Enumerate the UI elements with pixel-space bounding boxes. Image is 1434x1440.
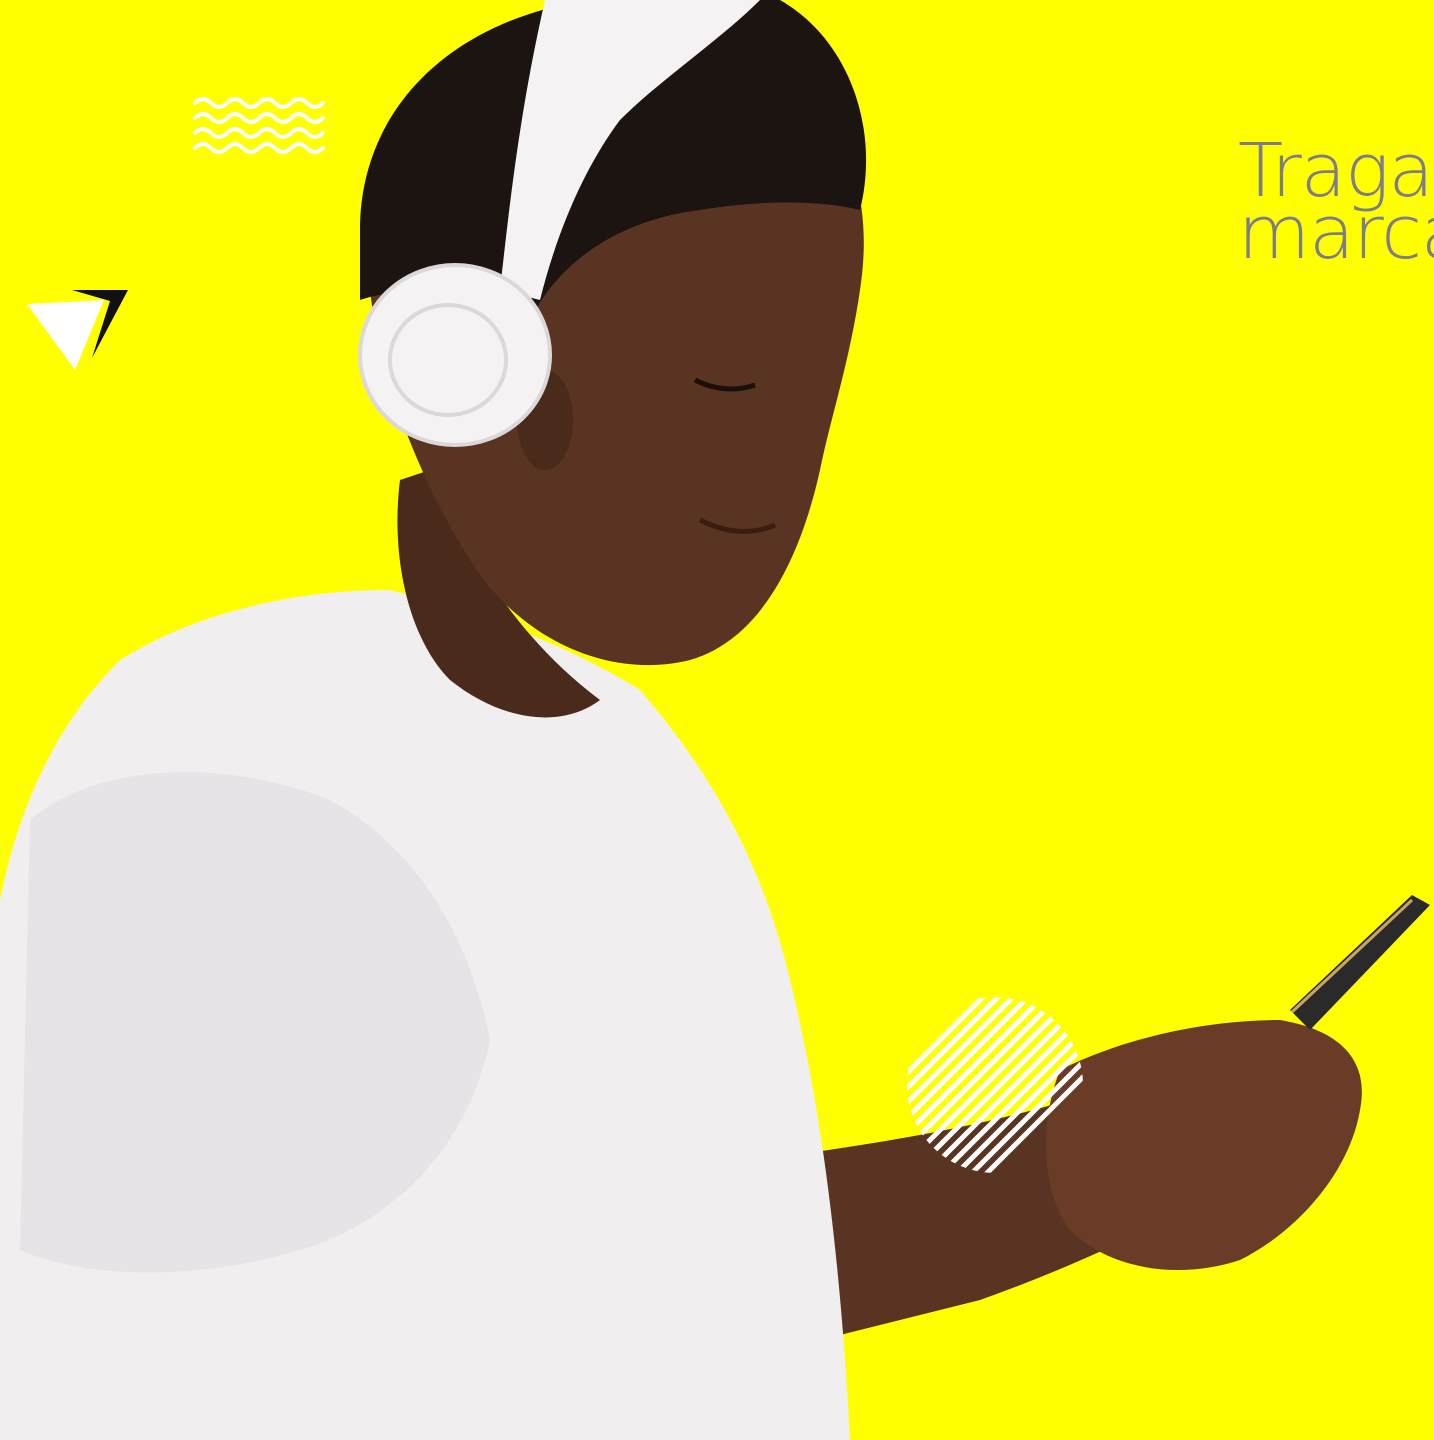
headline: Traga marca: [1238, 134, 1434, 276]
headline-line-2: marca: [1238, 190, 1434, 276]
striped-circle-icon: [907, 997, 1083, 1173]
hero-banner: Traga marca: [0, 0, 1434, 1440]
